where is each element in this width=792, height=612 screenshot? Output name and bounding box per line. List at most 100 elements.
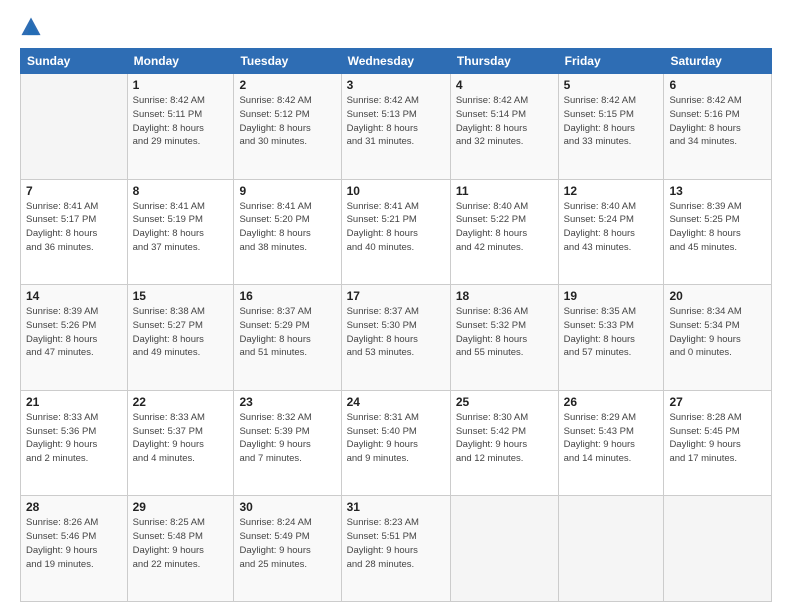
day-number: 24 [347,395,445,409]
day-number: 23 [239,395,335,409]
day-number: 7 [26,184,122,198]
day-number: 30 [239,500,335,514]
calendar-cell: 2 Sunrise: 8:42 AM Sunset: 5:12 PM Daylig… [234,74,341,180]
calendar-cell: 23 Sunrise: 8:32 AM Sunset: 5:39 PM Dayli… [234,390,341,496]
day-info: Sunrise: 8:33 AM Sunset: 5:37 PM Dayligh… [133,411,229,466]
day-number: 6 [669,78,766,92]
calendar-cell: 31 Sunrise: 8:23 AM Sunset: 5:51 PM Dayli… [341,496,450,602]
day-header-friday: Friday [558,49,664,74]
day-info: Sunrise: 8:31 AM Sunset: 5:40 PM Dayligh… [347,411,445,466]
day-info: Sunrise: 8:36 AM Sunset: 5:32 PM Dayligh… [456,305,553,360]
day-header-thursday: Thursday [450,49,558,74]
calendar-cell: 30 Sunrise: 8:24 AM Sunset: 5:49 PM Dayli… [234,496,341,602]
day-info: Sunrise: 8:29 AM Sunset: 5:43 PM Dayligh… [564,411,659,466]
calendar-cell: 16 Sunrise: 8:37 AM Sunset: 5:29 PM Dayli… [234,285,341,391]
day-header-wednesday: Wednesday [341,49,450,74]
day-info: Sunrise: 8:38 AM Sunset: 5:27 PM Dayligh… [133,305,229,360]
week-row-3: 14Sunrise: 8:39 AM Sunset: 5:26 PM Dayli… [21,285,772,391]
week-row-2: 7 Sunrise: 8:41 AM Sunset: 5:17 PM Daylig… [21,179,772,285]
day-info: Sunrise: 8:41 AM Sunset: 5:21 PM Dayligh… [347,200,445,255]
day-info: Sunrise: 8:42 AM Sunset: 5:11 PM Dayligh… [133,94,229,149]
day-number: 12 [564,184,659,198]
calendar-cell: 28 Sunrise: 8:26 AM Sunset: 5:46 PM Dayli… [21,496,128,602]
week-row-4: 21 Sunrise: 8:33 AM Sunset: 5:36 PM Dayli… [21,390,772,496]
day-info: Sunrise: 8:30 AM Sunset: 5:42 PM Dayligh… [456,411,553,466]
day-number: 20 [669,289,766,303]
day-info: Sunrise: 8:41 AM Sunset: 5:17 PM Dayligh… [26,200,122,255]
day-info: Sunrise: 8:33 AM Sunset: 5:36 PM Dayligh… [26,411,122,466]
day-info: Sunrise: 8:24 AM Sunset: 5:49 PM Dayligh… [239,516,335,571]
day-info: Sunrise: 8:34 AM Sunset: 5:34 PM Dayligh… [669,305,766,360]
calendar-body: 1 Sunrise: 8:42 AM Sunset: 5:11 PM Daylig… [21,74,772,602]
calendar-cell: 9 Sunrise: 8:41 AM Sunset: 5:20 PM Daylig… [234,179,341,285]
day-info: Sunrise: 8:40 AM Sunset: 5:22 PM Dayligh… [456,200,553,255]
page: SundayMondayTuesdayWednesdayThursdayFrid… [0,0,792,612]
day-number: 4 [456,78,553,92]
calendar-cell: 18 Sunrise: 8:36 AM Sunset: 5:32 PM Dayli… [450,285,558,391]
day-number: 31 [347,500,445,514]
calendar-cell: 15 Sunrise: 8:38 AM Sunset: 5:27 PM Dayli… [127,285,234,391]
calendar-cell: 11Sunrise: 8:40 AM Sunset: 5:22 PM Dayli… [450,179,558,285]
calendar-cell: 26 Sunrise: 8:29 AM Sunset: 5:43 PM Dayli… [558,390,664,496]
day-number: 13 [669,184,766,198]
day-number: 28 [26,500,122,514]
day-info: Sunrise: 8:40 AM Sunset: 5:24 PM Dayligh… [564,200,659,255]
calendar-cell: 5 Sunrise: 8:42 AM Sunset: 5:15 PM Daylig… [558,74,664,180]
calendar-cell: 8Sunrise: 8:41 AM Sunset: 5:19 PM Daylig… [127,179,234,285]
day-info: Sunrise: 8:41 AM Sunset: 5:20 PM Dayligh… [239,200,335,255]
calendar-cell: 27Sunrise: 8:28 AM Sunset: 5:45 PM Dayli… [664,390,772,496]
day-number: 26 [564,395,659,409]
day-number: 21 [26,395,122,409]
day-info: Sunrise: 8:39 AM Sunset: 5:26 PM Dayligh… [26,305,122,360]
calendar-cell: 20 Sunrise: 8:34 AM Sunset: 5:34 PM Dayli… [664,285,772,391]
day-info: Sunrise: 8:42 AM Sunset: 5:15 PM Dayligh… [564,94,659,149]
day-number: 1 [133,78,229,92]
calendar-cell: 24 Sunrise: 8:31 AM Sunset: 5:40 PM Dayli… [341,390,450,496]
calendar-cell: 29 Sunrise: 8:25 AM Sunset: 5:48 PM Dayli… [127,496,234,602]
day-info: Sunrise: 8:42 AM Sunset: 5:14 PM Dayligh… [456,94,553,149]
day-number: 2 [239,78,335,92]
logo-icon [20,16,42,38]
calendar-cell: 13 Sunrise: 8:39 AM Sunset: 5:25 PM Dayli… [664,179,772,285]
calendar-cell: 6 Sunrise: 8:42 AM Sunset: 5:16 PM Daylig… [664,74,772,180]
day-number: 5 [564,78,659,92]
logo [20,16,46,38]
day-info: Sunrise: 8:39 AM Sunset: 5:25 PM Dayligh… [669,200,766,255]
calendar-cell: 17 Sunrise: 8:37 AM Sunset: 5:30 PM Dayli… [341,285,450,391]
day-info: Sunrise: 8:37 AM Sunset: 5:30 PM Dayligh… [347,305,445,360]
day-info: Sunrise: 8:42 AM Sunset: 5:16 PM Dayligh… [669,94,766,149]
day-info: Sunrise: 8:28 AM Sunset: 5:45 PM Dayligh… [669,411,766,466]
day-header-saturday: Saturday [664,49,772,74]
calendar-table: SundayMondayTuesdayWednesdayThursdayFrid… [20,48,772,602]
header [20,16,772,38]
calendar-cell [450,496,558,602]
day-info: Sunrise: 8:42 AM Sunset: 5:13 PM Dayligh… [347,94,445,149]
day-number: 10 [347,184,445,198]
day-header-sunday: Sunday [21,49,128,74]
day-number: 29 [133,500,229,514]
calendar-cell: 22Sunrise: 8:33 AM Sunset: 5:37 PM Dayli… [127,390,234,496]
day-number: 16 [239,289,335,303]
day-number: 17 [347,289,445,303]
calendar-cell: 10 Sunrise: 8:41 AM Sunset: 5:21 PM Dayli… [341,179,450,285]
calendar-header-row: SundayMondayTuesdayWednesdayThursdayFrid… [21,49,772,74]
day-number: 9 [239,184,335,198]
calendar-cell: 14Sunrise: 8:39 AM Sunset: 5:26 PM Dayli… [21,285,128,391]
day-info: Sunrise: 8:25 AM Sunset: 5:48 PM Dayligh… [133,516,229,571]
day-info: Sunrise: 8:26 AM Sunset: 5:46 PM Dayligh… [26,516,122,571]
calendar-cell: 3 Sunrise: 8:42 AM Sunset: 5:13 PM Daylig… [341,74,450,180]
week-row-1: 1 Sunrise: 8:42 AM Sunset: 5:11 PM Daylig… [21,74,772,180]
day-number: 3 [347,78,445,92]
calendar-cell: 4 Sunrise: 8:42 AM Sunset: 5:14 PM Daylig… [450,74,558,180]
day-number: 15 [133,289,229,303]
day-info: Sunrise: 8:23 AM Sunset: 5:51 PM Dayligh… [347,516,445,571]
day-info: Sunrise: 8:32 AM Sunset: 5:39 PM Dayligh… [239,411,335,466]
day-number: 18 [456,289,553,303]
calendar-cell: 1 Sunrise: 8:42 AM Sunset: 5:11 PM Daylig… [127,74,234,180]
calendar-cell [21,74,128,180]
day-info: Sunrise: 8:37 AM Sunset: 5:29 PM Dayligh… [239,305,335,360]
day-info: Sunrise: 8:41 AM Sunset: 5:19 PM Dayligh… [133,200,229,255]
day-info: Sunrise: 8:42 AM Sunset: 5:12 PM Dayligh… [239,94,335,149]
calendar-cell [664,496,772,602]
calendar-cell [558,496,664,602]
